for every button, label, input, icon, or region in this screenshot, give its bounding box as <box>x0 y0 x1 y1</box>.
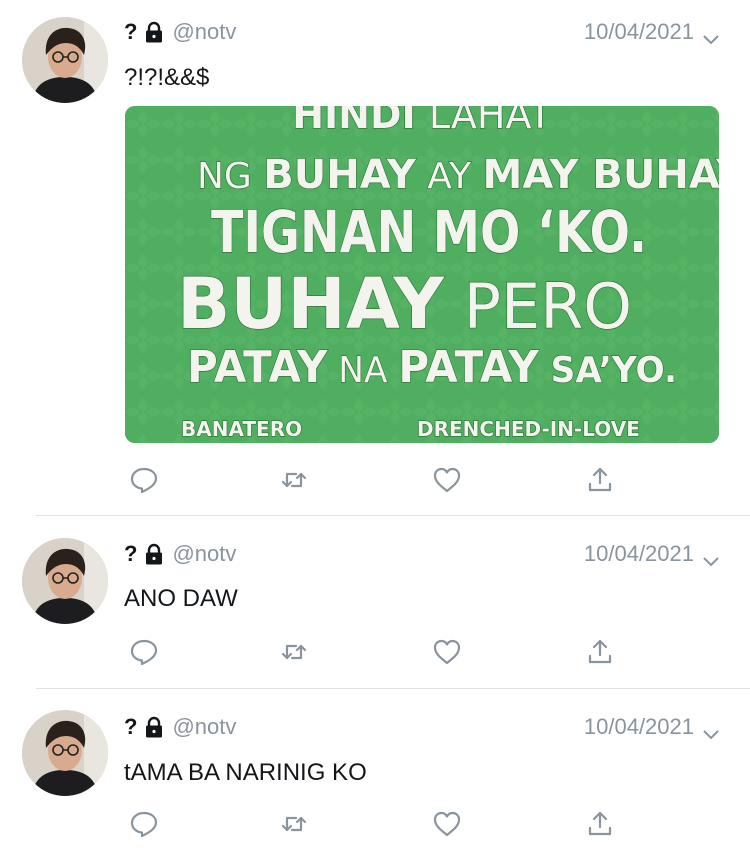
tweet-text: tAMA BA NARINIG KO <box>124 759 367 786</box>
media-seg: SA’YO. <box>539 350 677 391</box>
media-line-1: HINDI LAHAT <box>292 106 552 137</box>
display-name[interactable]: ? <box>124 19 137 45</box>
heart-icon[interactable] <box>430 463 464 497</box>
chevron-down-icon[interactable] <box>702 26 720 45</box>
tweet-actions <box>0 807 750 847</box>
lock-icon <box>145 543 163 565</box>
share-icon[interactable] <box>583 807 617 841</box>
media-line-5: PATAY NA PATAY SA’YO. <box>187 342 677 393</box>
tweet[interactable]: ? @notv 10/04/2021 ?!?!&&$ HINDI LAHAT N… <box>0 0 750 515</box>
media-seg: HINDI <box>292 106 429 137</box>
media-seg: PATAY <box>187 342 328 393</box>
media-credit-right: DRENCHED-IN-LOVE <box>417 417 640 441</box>
tweet[interactable]: ? @notv 10/04/2021 tAMA BA NARINIG KO <box>0 689 750 850</box>
tweet-header: ? @notv <box>124 17 236 47</box>
tweet-actions <box>0 635 750 675</box>
avatar[interactable] <box>22 17 108 103</box>
media-graphic: HINDI LAHAT NG BUHAY AY MAY BUHAY. TIGNA… <box>125 106 719 443</box>
media-line-4: BUHAY PERO <box>177 263 632 345</box>
reply-icon[interactable] <box>127 635 161 669</box>
media-seg: AY <box>416 156 483 197</box>
heart-icon[interactable] <box>430 807 464 841</box>
tweet-text: ?!?!&&$ <box>124 64 210 91</box>
reply-icon[interactable] <box>127 807 161 841</box>
share-icon[interactable] <box>583 635 617 669</box>
media-seg: NG <box>197 156 263 197</box>
media-seg: PATAY <box>398 342 539 393</box>
tweet-media-image[interactable]: HINDI LAHAT NG BUHAY AY MAY BUHAY. TIGNA… <box>125 106 719 443</box>
tweet-date: 10/04/2021 <box>584 712 720 742</box>
share-icon[interactable] <box>583 463 617 497</box>
avatar-image <box>22 538 108 624</box>
chevron-down-icon[interactable] <box>702 548 720 567</box>
tweet-header: ? @notv <box>124 712 236 742</box>
user-handle[interactable]: @notv <box>172 541 236 567</box>
media-seg: PERO <box>444 270 632 343</box>
media-seg: NA <box>327 350 398 391</box>
avatar-image <box>22 17 108 103</box>
lock-icon <box>145 21 163 43</box>
retweet-icon[interactable] <box>277 635 311 669</box>
tweet[interactable]: ? @notv 10/04/2021 ANO DAW <box>0 516 750 688</box>
heart-icon[interactable] <box>430 635 464 669</box>
avatar[interactable] <box>22 538 108 624</box>
reply-icon[interactable] <box>127 463 161 497</box>
tweet-actions <box>0 463 750 503</box>
media-seg: MAY BUHAY <box>483 152 719 198</box>
avatar-image <box>22 710 108 796</box>
date-text: 10/04/2021 <box>583 714 694 739</box>
lock-icon <box>145 716 163 738</box>
user-handle[interactable]: @notv <box>172 714 236 740</box>
media-credit-left: BANATERO <box>181 417 302 441</box>
chevron-down-icon[interactable] <box>702 721 720 740</box>
user-handle[interactable]: @notv <box>172 19 236 45</box>
tweet-date: 10/04/2021 <box>584 17 720 47</box>
media-seg: LAHAT <box>429 106 553 137</box>
display-name[interactable]: ? <box>124 541 137 567</box>
avatar[interactable] <box>22 710 108 796</box>
media-line-3: TIGNAN MO ‘KO. <box>211 198 647 266</box>
tweet-date: 10/04/2021 <box>584 539 720 569</box>
media-seg: BUHAY <box>263 152 417 198</box>
media-seg: BUHAY <box>177 263 445 345</box>
date-text: 10/04/2021 <box>583 19 694 44</box>
date-text: 10/04/2021 <box>583 541 694 566</box>
media-line-2: NG BUHAY AY MAY BUHAY. <box>197 152 719 198</box>
retweet-icon[interactable] <box>277 463 311 497</box>
display-name[interactable]: ? <box>124 714 137 740</box>
tweet-header: ? @notv <box>124 539 236 569</box>
tweet-text: ANO DAW <box>124 585 238 612</box>
retweet-icon[interactable] <box>277 807 311 841</box>
